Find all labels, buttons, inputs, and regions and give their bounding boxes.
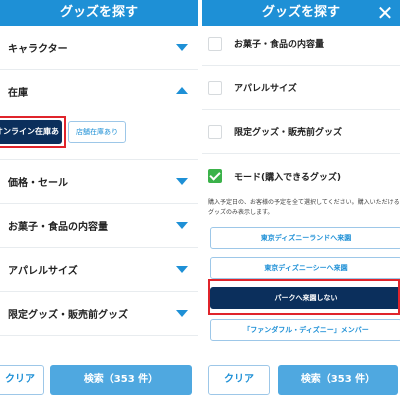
filter-row-apparel[interactable]: アパレルサイズ — [0, 248, 198, 292]
close-icon[interactable]: ✕ — [376, 2, 394, 24]
checkbox-checked[interactable] — [208, 169, 222, 183]
checkbox[interactable] — [208, 80, 222, 95]
mode-note-text: 購入予定日の、お客様の予定を全て選択してください。購入いただけるグッズのみ表示し… — [208, 199, 400, 216]
right-filter-panel: グッズを探す ✕ お菓子・食品の内容量 アパレルサイズ 限定グッズ・販売前グッズ… — [202, 0, 400, 400]
left-filter-panel: グッズを探す キャラクター 在庫 オンライン在庫あり 店舗在庫あり 価格・セール… — [0, 0, 198, 400]
chevron-down-icon — [176, 43, 188, 51]
chevron-down-icon — [176, 221, 188, 229]
checkmark-icon — [209, 169, 221, 181]
filter-row-character[interactable]: キャラクター — [0, 26, 198, 70]
chevron-up-icon — [176, 87, 188, 94]
chevron-down-icon — [176, 265, 188, 273]
highlight-box — [208, 279, 400, 315]
filter-row-food[interactable]: お菓子・食品の内容量 — [0, 204, 198, 248]
filter-row-label: 在庫 — [8, 87, 28, 99]
filter-row-stock[interactable]: 在庫 — [0, 70, 198, 112]
option-tdl[interactable]: 東京ディズニーランドへ来園 — [210, 227, 400, 249]
option-fundaful[interactable]: 「ファンダフル・ディズニー」メンバー — [210, 319, 400, 341]
stock-options: オンライン在庫あり 店舗在庫あり — [0, 112, 198, 160]
highlight-box — [0, 116, 66, 148]
filter-row-label: 価格・セール — [8, 178, 68, 189]
left-footer: クリア 検索（353 件） — [0, 355, 198, 400]
check-row-limited[interactable]: 限定グッズ・販売前グッズ — [202, 110, 400, 154]
filter-row-price[interactable]: 価格・セール — [0, 160, 198, 204]
option-tds[interactable]: 東京ディズニーシーへ来園 — [210, 257, 400, 279]
right-header-title: グッズを探す — [261, 5, 340, 20]
chevron-down-icon — [176, 177, 188, 185]
screenshot-stage: グッズを探す キャラクター 在庫 オンライン在庫あり 店舗在庫あり 価格・セール… — [0, 0, 400, 400]
clear-button[interactable]: クリア — [208, 365, 270, 395]
store-stock-button[interactable]: 店舗在庫あり — [68, 121, 126, 143]
check-label: アパレルサイズ — [234, 84, 297, 94]
check-label: モード(購入できるグッズ) — [234, 172, 342, 183]
check-row-food[interactable]: お菓子・食品の内容量 — [202, 22, 400, 66]
clear-button[interactable]: クリア — [0, 365, 44, 395]
check-label: 限定グッズ・販売前グッズ — [234, 128, 343, 138]
filter-row-label: アパレルサイズ — [8, 266, 78, 277]
chevron-down-icon — [176, 309, 188, 317]
search-button[interactable]: 検索（353 件） — [50, 365, 192, 395]
checkbox[interactable] — [208, 124, 222, 139]
filter-row-label: 限定グッズ・販売前グッズ — [8, 310, 128, 321]
left-header-title: グッズを探す — [59, 5, 138, 20]
check-row-mode[interactable]: モード(購入できるグッズ) — [202, 154, 400, 198]
right-footer: クリア 検索（353 件） — [202, 355, 400, 400]
left-header: グッズを探す — [0, 0, 198, 26]
check-row-apparel[interactable]: アパレルサイズ — [202, 66, 400, 110]
checkbox[interactable] — [208, 36, 222, 51]
check-label: お菓子・食品の内容量 — [234, 40, 325, 50]
search-button[interactable]: 検索（353 件） — [278, 365, 398, 395]
filter-row-label: キャラクター — [8, 44, 68, 55]
filter-row-limited[interactable]: 限定グッズ・販売前グッズ — [0, 292, 198, 336]
filter-row-label: お菓子・食品の内容量 — [8, 222, 108, 233]
